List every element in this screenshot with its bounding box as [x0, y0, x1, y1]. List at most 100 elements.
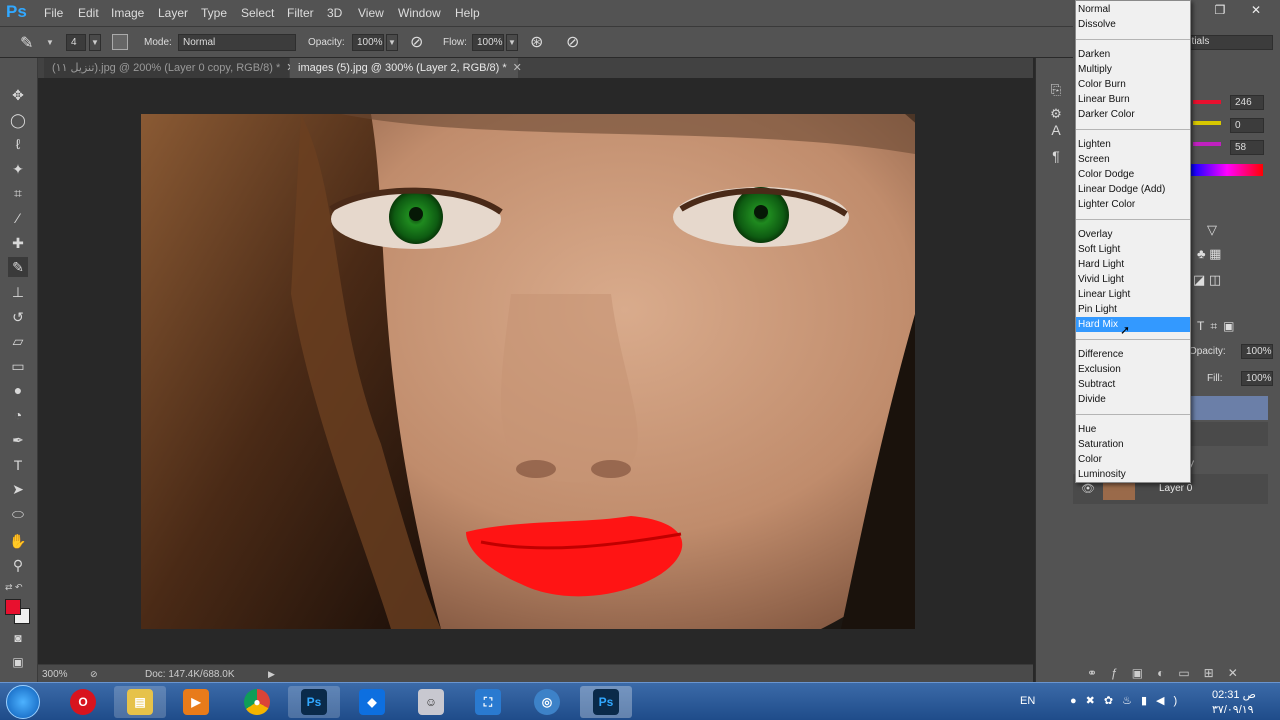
- blend-mode-item[interactable]: Divide: [1076, 392, 1190, 407]
- menu-image[interactable]: Image: [111, 6, 144, 20]
- character-panel-icon[interactable]: A: [1046, 120, 1066, 140]
- taskbar-explorer[interactable]: ▤: [114, 686, 166, 718]
- taskbar-screen[interactable]: ⛶: [462, 686, 514, 718]
- marquee-tool-icon[interactable]: ◯: [8, 110, 28, 130]
- crop-tool-icon[interactable]: ⌗: [8, 183, 28, 203]
- blend-mode-item[interactable]: Subtract: [1076, 377, 1190, 392]
- menu-layer[interactable]: Layer: [158, 6, 188, 20]
- blend-mode-item[interactable]: Hard Light: [1076, 257, 1190, 272]
- move-tool-icon[interactable]: ✥: [8, 85, 28, 105]
- taskbar-app[interactable]: ☺: [405, 686, 457, 718]
- blend-mode-item[interactable]: Overlay: [1076, 227, 1190, 242]
- status-menu-arrow-icon[interactable]: ▶: [268, 669, 275, 680]
- layer-row-selected[interactable]: [1191, 396, 1268, 420]
- clock-time[interactable]: 02:31 ص: [1212, 688, 1256, 701]
- blend-mode-item[interactable]: Linear Burn: [1076, 92, 1190, 107]
- brush-tool-icon[interactable]: ✎: [20, 33, 33, 53]
- taskbar-chrome[interactable]: ●: [231, 686, 283, 718]
- menu-select[interactable]: Select: [241, 6, 274, 20]
- blend-mode-item[interactable]: Difference: [1076, 347, 1190, 362]
- taskbar-media[interactable]: ▶: [170, 686, 222, 718]
- brush-size-field[interactable]: 4: [66, 34, 86, 51]
- flow-arrow-icon[interactable]: ▼: [506, 34, 518, 51]
- menu-file[interactable]: File: [44, 6, 63, 20]
- blend-mode-item[interactable]: Pin Light: [1076, 302, 1190, 317]
- eraser-icon[interactable]: ▱: [8, 331, 28, 351]
- pressure-opacity-icon[interactable]: ⊘: [410, 32, 423, 52]
- blend-mode-item[interactable]: Color Burn: [1076, 77, 1190, 92]
- layer-opacity-field[interactable]: 100%: [1241, 344, 1273, 359]
- blend-mode-item[interactable]: Lighter Color: [1076, 197, 1190, 212]
- layer-row[interactable]: [1191, 422, 1268, 446]
- layer-filter-icons[interactable]: T⌗▣: [1197, 319, 1240, 334]
- menu-help[interactable]: Help: [455, 6, 480, 20]
- green-slider[interactable]: [1193, 121, 1221, 125]
- tray-icons[interactable]: ●✖✿♨▮◀): [1070, 694, 1186, 707]
- menu-view[interactable]: View: [358, 6, 384, 20]
- taskbar-photoshop-2[interactable]: Ps: [580, 686, 632, 718]
- fill-field[interactable]: 100%: [1241, 371, 1273, 386]
- visibility-eye-icon[interactable]: 👁: [1081, 482, 1095, 495]
- taskbar-globe[interactable]: ◎: [521, 686, 573, 718]
- zoom-tool-icon[interactable]: ⚲: [8, 555, 28, 575]
- blend-mode-item[interactable]: Exclusion: [1076, 362, 1190, 377]
- document-canvas[interactable]: [141, 114, 915, 629]
- close-button[interactable]: ✕: [1238, 0, 1274, 22]
- close-tab-icon[interactable]: ✕: [513, 62, 522, 74]
- color-ramp[interactable]: [1191, 164, 1263, 176]
- blend-mode-item[interactable]: Lighten: [1076, 137, 1190, 152]
- zoom-level[interactable]: 300%: [42, 669, 68, 680]
- language-indicator[interactable]: EN: [1020, 695, 1035, 707]
- screen-mode-icon[interactable]: ▣: [8, 652, 28, 672]
- menu-filter[interactable]: Filter: [287, 6, 314, 20]
- flow-field[interactable]: 100%: [472, 34, 504, 51]
- history-panel-icon[interactable]: ⎘: [1046, 80, 1066, 100]
- dodge-tool-icon[interactable]: ◔: [8, 405, 28, 425]
- taskbar-opera[interactable]: O: [57, 686, 109, 718]
- blue-slider[interactable]: [1193, 142, 1221, 146]
- blend-mode-item[interactable]: Darker Color: [1076, 107, 1190, 122]
- quick-mask-icon[interactable]: ◙: [8, 628, 28, 648]
- restore-button[interactable]: ❐: [1202, 0, 1238, 22]
- brush-tool-icon[interactable]: ✎: [8, 257, 28, 277]
- blend-mode-item[interactable]: Soft Light: [1076, 242, 1190, 257]
- red-slider[interactable]: [1193, 100, 1221, 104]
- brush-panel-toggle-icon[interactable]: [112, 34, 128, 50]
- mode-select[interactable]: Normal: [178, 34, 296, 51]
- adjustment-icon[interactable]: ▽: [1207, 222, 1217, 238]
- brush-picker-arrow-icon[interactable]: ▼: [89, 34, 101, 51]
- healing-brush-icon[interactable]: ✚: [8, 233, 28, 253]
- tab-document-2[interactable]: images (5).jpg @ 300% (Layer 2, RGB/8) *…: [290, 58, 522, 78]
- blend-mode-item[interactable]: Linear Light: [1076, 287, 1190, 302]
- taskbar-photoshop-1[interactable]: Ps: [288, 686, 340, 718]
- start-button[interactable]: [6, 685, 40, 719]
- opacity-field[interactable]: 100%: [352, 34, 384, 51]
- path-select-icon[interactable]: ➤: [8, 479, 28, 499]
- history-brush-icon[interactable]: ↺: [8, 307, 28, 327]
- taskbar-dropbox[interactable]: ◆: [346, 686, 398, 718]
- pressure-size-icon[interactable]: ⊘: [566, 32, 579, 52]
- status-info-icon[interactable]: ⊘: [90, 669, 98, 680]
- blur-tool-icon[interactable]: ●: [8, 380, 28, 400]
- blend-mode-item[interactable]: Darken: [1076, 47, 1190, 62]
- lasso-tool-icon[interactable]: ℓ: [8, 134, 28, 154]
- swap-colors-icon[interactable]: ⇄ ↶: [5, 582, 23, 593]
- blend-mode-item[interactable]: Dissolve: [1076, 17, 1190, 32]
- blend-mode-item[interactable]: Normal: [1076, 2, 1190, 17]
- blend-mode-item[interactable]: Hard Mix: [1076, 317, 1190, 332]
- green-value[interactable]: 0: [1230, 118, 1264, 133]
- foreground-color-swatch[interactable]: [5, 599, 21, 615]
- paragraph-panel-icon[interactable]: ¶: [1046, 146, 1066, 166]
- tool-preset-arrow-icon[interactable]: ▼: [46, 38, 54, 47]
- type-tool-icon[interactable]: T: [8, 455, 28, 475]
- clone-stamp-icon[interactable]: ⊥: [8, 282, 28, 302]
- gradient-tool-icon[interactable]: ▭: [8, 356, 28, 376]
- blend-mode-item[interactable]: Multiply: [1076, 62, 1190, 77]
- blend-mode-item[interactable]: Vivid Light: [1076, 272, 1190, 287]
- menu-3d[interactable]: 3D: [327, 6, 342, 20]
- airbrush-icon[interactable]: ⊛: [530, 32, 543, 52]
- tab-document-1[interactable]: (تنزيل ١١).jpg @ 200% (Layer 0 copy, RGB…: [44, 58, 295, 78]
- eyedropper-icon[interactable]: ⁄: [8, 208, 28, 228]
- blend-mode-item[interactable]: Luminosity: [1076, 467, 1190, 482]
- adjustment-icon[interactable]: ◪ ◫: [1193, 272, 1221, 288]
